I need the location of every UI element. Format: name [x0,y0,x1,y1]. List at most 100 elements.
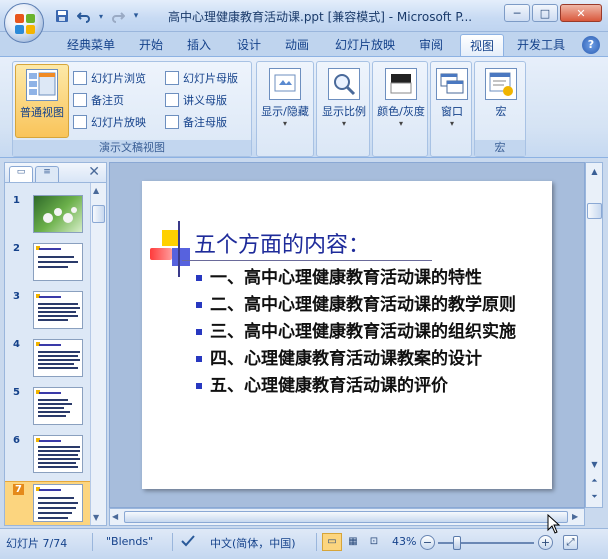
title-bar: ▾ ▾ 高中心理健康教育活动课.ppt [兼容模式] - Microsoft P… [0,0,608,43]
slide-editing-area: 五个方面的内容： 一、高中心理健康教育活动课的特性 二、高中心理健康教育活动课的… [109,162,585,508]
customize-qat-icon[interactable]: ▾ [130,7,142,25]
thumbnail-slide-1[interactable]: 1 [5,193,91,241]
scroll-down-icon[interactable]: ▼ [93,513,99,522]
notes-page-label: 备注页 [91,94,124,107]
slide-master-button[interactable]: 幻灯片母版 [165,68,238,88]
slide-thumbnail-image [33,387,83,425]
tab-insert[interactable]: 插入 [178,34,220,56]
scroll-thumb[interactable] [124,511,568,523]
slide-sorter-status-icon[interactable]: ▦ [343,533,363,551]
show-hide-icon [269,68,301,100]
bullet-item: 四、心理健康教育活动课教案的设计 [196,348,546,370]
macros-button[interactable]: 宏 [475,64,527,138]
thumbnail-scrollbar[interactable]: ▲ ▼ [90,183,106,525]
theme-name: "Blends" [106,535,154,548]
redo-icon[interactable] [108,7,128,25]
current-slide[interactable]: 五个方面的内容： 一、高中心理健康教育活动课的特性 二、高中心理健康教育活动课的… [142,181,552,489]
color-grayscale-button[interactable]: 颜色/灰度 ▾ [375,64,427,138]
previous-slide-icon[interactable]: ⏶ [587,473,602,488]
dropdown-icon[interactable]: ▾ [96,7,106,25]
handout-master-button[interactable]: 讲义母版 [165,90,227,110]
slide-sorter-button[interactable]: 幻灯片浏览 [73,68,146,88]
undo-icon[interactable] [74,7,94,25]
show-hide-label: 显示/隐藏 [261,105,309,118]
spelling-check-icon[interactable] [180,534,196,551]
color-grayscale-icon [385,68,417,100]
slide-show-icon [73,115,87,129]
slide-show-button[interactable]: 幻灯片放映 [73,112,146,132]
scroll-thumb[interactable] [92,205,105,223]
decorative-line [182,260,432,261]
office-button[interactable] [4,3,44,43]
scroll-up-icon[interactable]: ▲ [587,164,602,179]
slide-bullet-list[interactable]: 一、高中心理健康教育活动课的特性 二、高中心理健康教育活动课的教学原则 三、高中… [196,267,546,402]
quick-access-toolbar: ▾ ▾ [52,6,142,26]
thumbnail-slide-5[interactable]: 5 [5,385,91,433]
macro-icon [485,68,517,100]
close-button[interactable]: ✕ [560,4,602,22]
scroll-right-icon[interactable]: ▶ [572,512,578,521]
help-icon[interactable]: ? [582,36,600,54]
slide-thumbnail-image [33,339,83,377]
thumbnail-slide-3[interactable]: 3 [5,289,91,337]
tab-developer[interactable]: 开发工具 [508,34,574,56]
slide-number: 1 [13,195,20,206]
status-bar: 幻灯片 7/74 "Blends" 中文(简体，中国) ▭ ▦ ⊡ 43% − … [0,528,608,559]
normal-view-button[interactable]: 普通视图 [15,64,69,138]
zoom-button[interactable]: 显示比例 ▾ [318,64,370,138]
zoom-out-icon[interactable]: − [420,535,435,550]
slide-counter: 幻灯片 7/74 [6,537,68,550]
zoom-slider-knob[interactable] [453,536,461,550]
minimize-button[interactable]: ─ [504,4,530,22]
notes-master-button[interactable]: 备注母版 [165,112,227,132]
close-pane-icon[interactable]: ✕ [88,164,100,180]
slide-horizontal-scrollbar[interactable]: ◀ ▶ [109,508,585,526]
tab-view[interactable]: 视图 [460,34,505,56]
maximize-button[interactable]: □ [532,4,558,22]
save-icon[interactable] [52,7,72,25]
divider [172,533,173,551]
tab-review[interactable]: 审阅 [410,34,452,56]
scroll-thumb[interactable] [587,203,602,219]
window-button[interactable]: 窗口 ▾ [426,64,478,138]
notes-page-button[interactable]: 备注页 [73,90,124,110]
next-slide-icon[interactable]: ⏷ [587,489,602,504]
slide-title[interactable]: 五个方面的内容： [194,227,370,259]
tab-slide-show[interactable]: 幻灯片放映 [326,34,404,56]
scroll-up-icon[interactable]: ▲ [93,186,99,195]
outline-tab-icon[interactable]: ≡ [35,166,59,182]
zoom-label: 显示比例 [322,105,366,118]
tab-animations[interactable]: 动画 [276,34,318,56]
decorative-line [178,221,180,277]
window-title: 高中心理健康教育活动课.ppt [兼容模式] - Microsoft P... [168,10,473,24]
slide-master-label: 幻灯片母版 [183,72,238,85]
language-indicator[interactable]: 中文(简体，中国) [210,535,296,551]
slide-sorter-label: 幻灯片浏览 [91,72,146,85]
group-show-hide: 显示/隐藏 ▾ [256,61,314,157]
slide-show-status-icon[interactable]: ⊡ [364,533,384,551]
thumbnail-slide-6[interactable]: 6 [5,433,91,481]
scroll-down-icon[interactable]: ▼ [587,457,602,472]
zoom-level[interactable]: 43% [392,535,416,548]
slide-thumbnail-image [33,435,83,473]
tab-classic-menu[interactable]: 经典菜单 [58,34,124,56]
bullet-item: 五、心理健康教育活动课的评价 [196,375,546,397]
scroll-left-icon[interactable]: ◀ [112,512,118,521]
notes-master-icon [165,115,179,129]
group-color-grayscale: 颜色/灰度 ▾ [372,61,428,157]
thumbnail-slide-2[interactable]: 2 [5,241,91,289]
slides-tab-icon[interactable]: ▭ [9,166,33,182]
zoom-in-icon[interactable]: + [538,535,553,550]
slide-thumbnail-image [33,291,83,329]
thumbnail-slide-7[interactable]: 7 [5,481,91,525]
show-hide-button[interactable]: 显示/隐藏 ▾ [259,64,311,138]
thumbnail-slide-4[interactable]: 4 [5,337,91,385]
group-macros: 宏 宏 [474,61,526,157]
magnifier-icon [328,68,360,100]
slide-vertical-scrollbar[interactable]: ▲ ▼ ⏶ ⏷ [585,162,603,508]
fit-to-window-icon[interactable]: ⤢ [563,535,578,550]
normal-view-status-icon[interactable]: ▭ [322,533,342,551]
tab-home[interactable]: 开始 [130,34,172,56]
tab-design[interactable]: 设计 [228,34,270,56]
ribbon: 普通视图 幻灯片浏览 备注页 幻灯片放映 幻灯片母版 讲义母版 备注母版 演示文… [0,56,608,158]
